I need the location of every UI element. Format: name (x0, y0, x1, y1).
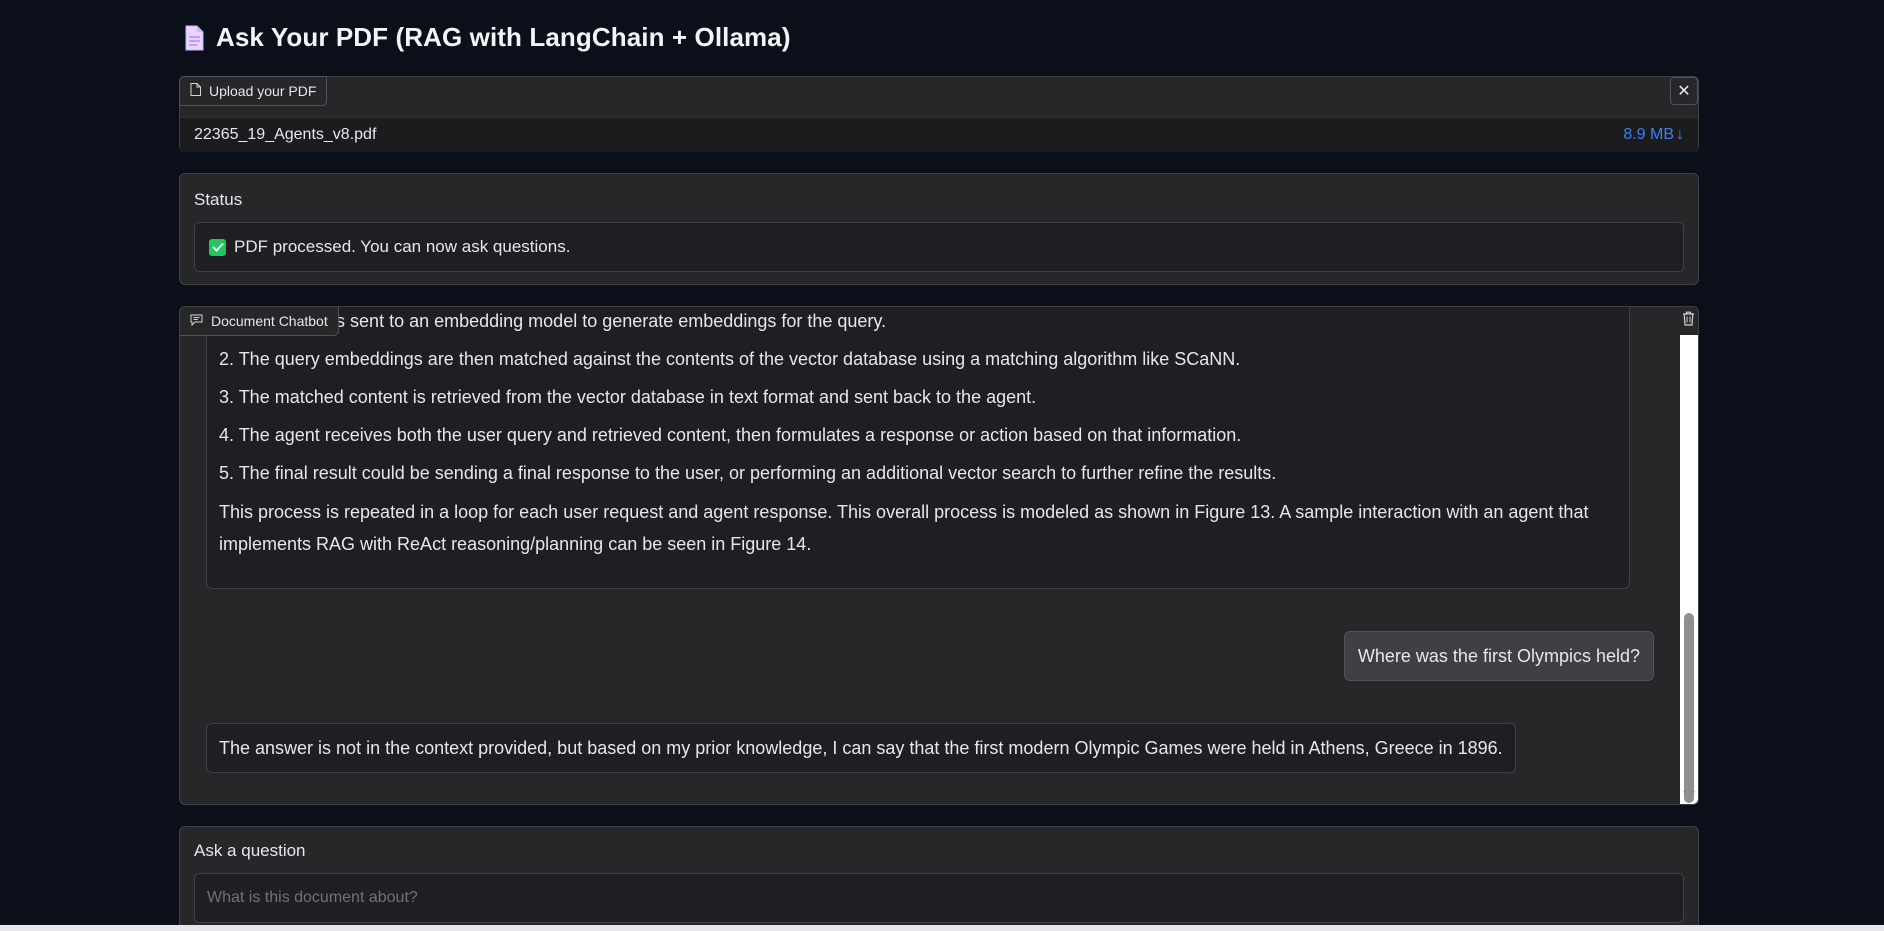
document-icon (184, 25, 204, 51)
file-size: 8.9 MB (1623, 126, 1674, 143)
message-paragraph: This process is repeated in a loop for e… (219, 502, 1589, 554)
status-message: PDF processed. You can now ask questions… (234, 237, 571, 256)
chatbot-label: Document Chatbot (211, 313, 328, 329)
status-label: Status (194, 190, 243, 209)
file-name: 22365_19_Agents_v8.pdf (194, 126, 377, 143)
user-message: Where was the first Olympics held? (1343, 631, 1654, 681)
list-item: 1. User query is sent to an embedding mo… (219, 311, 887, 331)
clear-chat-button[interactable] (1678, 307, 1698, 335)
bot-message: 1. User query is sent to an embedding mo… (206, 307, 1630, 589)
pdf-upload-panel[interactable]: Upload your PDF ✕ 22365_19_Agents_v8.pdf… (179, 76, 1699, 152)
list-item: 4. The agent receives both the user quer… (219, 425, 1242, 445)
scroll-down-icon[interactable] (1683, 791, 1695, 800)
list-item: 3. The matched content is retrieved from… (219, 387, 1037, 407)
clear-file-button[interactable]: ✕ (1670, 77, 1698, 105)
question-input[interactable] (194, 873, 1684, 923)
chat-icon (190, 313, 203, 329)
close-icon: ✕ (1677, 83, 1691, 100)
trash-icon (1682, 311, 1695, 331)
chatbot-panel[interactable]: Document Chatbot 1. User query is sent t… (179, 306, 1699, 805)
status-textbox[interactable]: PDF processed. You can now ask questions… (194, 222, 1684, 272)
bot-message: The answer is not in the context provide… (206, 723, 1516, 773)
file-download-link[interactable]: 8.9 MB ↓ (1623, 126, 1684, 144)
chatbot-label-chip: Document Chatbot (180, 307, 339, 336)
uploaded-file-row: 22365_19_Agents_v8.pdf 8.9 MB ↓ (180, 117, 1698, 152)
list-item: 2. The query embeddings are then matched… (219, 349, 1241, 369)
status-panel: Status PDF processed. You can now ask qu… (179, 173, 1699, 285)
upload-label: Upload your PDF (209, 83, 317, 99)
download-icon: ↓ (1676, 126, 1684, 143)
scrollbar-thumb[interactable] (1684, 613, 1694, 803)
chat-scrollbar[interactable] (1680, 335, 1698, 804)
page-header: Ask Your PDF (RAG with LangChain + Ollam… (184, 22, 791, 53)
page-title: Ask Your PDF (RAG with LangChain + Ollam… (216, 22, 791, 52)
list-item: 5. The final result could be sending a f… (219, 463, 1277, 483)
question-label: Ask a question (194, 841, 306, 860)
bottom-edge (0, 925, 1884, 931)
check-icon (209, 238, 226, 256)
file-icon (190, 83, 201, 99)
question-panel: Ask a question (179, 826, 1699, 931)
upload-label-chip: Upload your PDF (179, 76, 328, 106)
